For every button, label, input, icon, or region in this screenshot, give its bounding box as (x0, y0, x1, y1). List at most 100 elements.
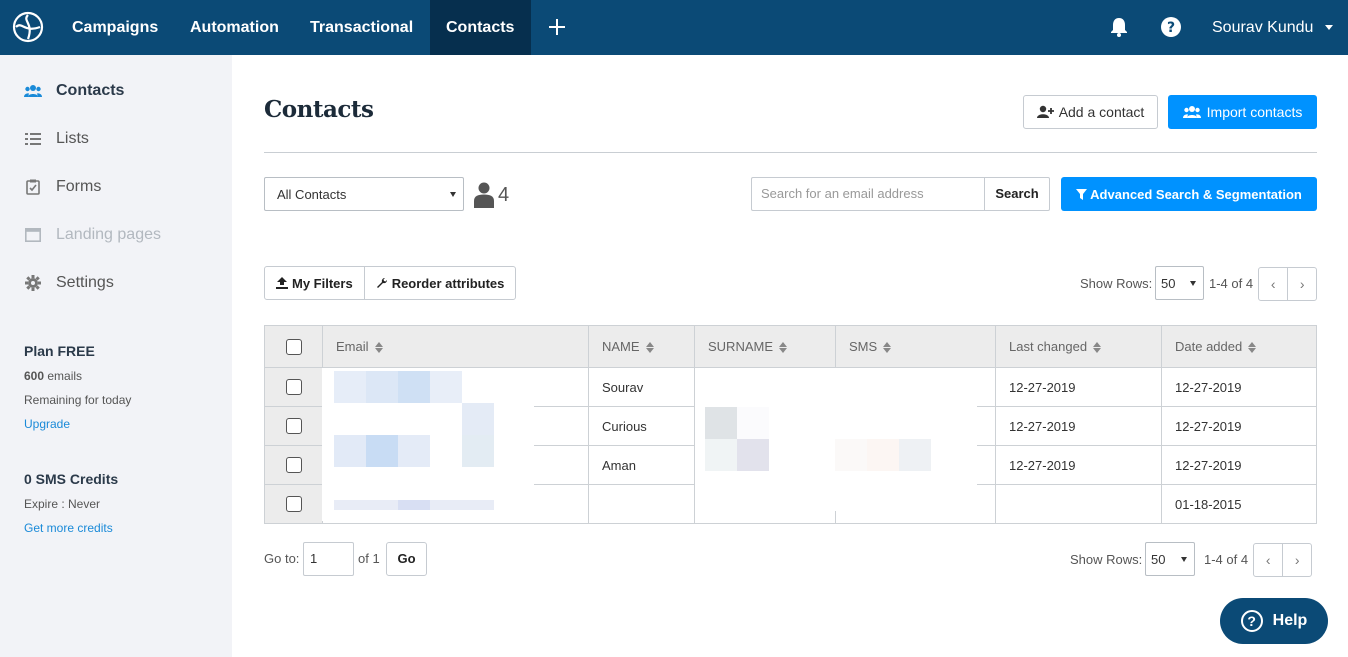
plan-remaining: Remaining for today (24, 393, 132, 407)
redacted-pixel (398, 500, 430, 510)
sendinblue-logo-icon[interactable] (12, 11, 44, 43)
column-date-added[interactable]: Date added (1161, 325, 1317, 368)
wrench-icon (376, 277, 387, 288)
list-select[interactable]: All Contacts (264, 177, 464, 211)
list-select-value: All Contacts (277, 186, 347, 202)
column-name[interactable]: NAME (588, 325, 695, 368)
help-button[interactable]: ? Help (1220, 598, 1328, 644)
sidebar-item-contacts[interactable]: Contacts (24, 79, 124, 103)
column-label: Last changed (1009, 339, 1088, 354)
page-title: Contacts (264, 96, 374, 123)
users-icon (24, 82, 42, 100)
upgrade-link[interactable]: Upgrade (24, 417, 70, 431)
column-surname[interactable]: SURNAME (694, 325, 836, 368)
redacted-pixel (398, 435, 430, 467)
column-label: Email (336, 339, 369, 354)
go-button[interactable]: Go (386, 542, 427, 576)
row-checkbox-cell (264, 484, 323, 524)
name-cell (588, 484, 695, 524)
help-circle-icon[interactable]: ? (1160, 16, 1182, 38)
search-button[interactable]: Search (984, 177, 1050, 211)
name-cell: Sourav (588, 367, 695, 407)
plan-title: Plan FREE (24, 343, 95, 359)
row-checkbox[interactable] (285, 379, 302, 396)
plan-emails: 600 emails (24, 369, 82, 383)
chevron-down-icon[interactable] (1325, 25, 1333, 30)
row-checkbox-cell (264, 406, 323, 446)
show-rows-label-bottom: Show Rows: (1070, 552, 1143, 567)
show-rows-value: 50 (1151, 551, 1166, 567)
user-menu[interactable]: Sourav Kundu (1212, 0, 1313, 55)
caret-down-icon (1181, 557, 1187, 562)
column-label: Date added (1175, 339, 1243, 354)
next-page-icon[interactable]: › (1282, 544, 1311, 576)
nav-contacts[interactable]: Contacts (430, 0, 531, 55)
get-more-credits-link[interactable]: Get more credits (24, 521, 113, 535)
column-label: SURNAME (708, 339, 774, 354)
upload-icon (276, 277, 288, 289)
date-added-cell: 01-18-2015 (1161, 484, 1317, 524)
nav-campaigns[interactable]: Campaigns (56, 0, 174, 55)
select-all-checkbox[interactable] (285, 338, 302, 355)
row-checkbox[interactable] (285, 496, 302, 513)
last-changed-cell: 12-27-2019 (995, 406, 1162, 446)
redacted-pixel (737, 439, 769, 471)
row-checkbox[interactable] (285, 418, 302, 435)
plan-emails-suffix: emails (44, 369, 83, 383)
add-contact-button[interactable]: Add a contact (1023, 95, 1158, 129)
column-label: NAME (602, 339, 640, 354)
column-sms[interactable]: SMS (835, 325, 996, 368)
prev-page-icon[interactable]: ‹ (1259, 268, 1287, 300)
sidebar-item-label: Landing pages (56, 226, 161, 243)
column-last-changed[interactable]: Last changed (995, 325, 1162, 368)
sidebar: Contacts Lists Forms Landing pages Setti… (0, 55, 232, 657)
last-changed-cell (995, 484, 1162, 524)
plus-icon[interactable] (546, 16, 568, 38)
redacted-pixel (334, 435, 366, 467)
sidebar-item-label: Settings (56, 274, 114, 291)
import-contacts-button[interactable]: Import contacts (1168, 95, 1317, 129)
nav-automation[interactable]: Automation (174, 0, 295, 55)
nav-transactional[interactable]: Transactional (294, 0, 429, 55)
date-added-cell: 12-27-2019 (1161, 367, 1317, 407)
reorder-attributes-label: Reorder attributes (391, 275, 505, 291)
redacted-pixel (705, 407, 737, 439)
goto-page-input[interactable]: 1 (303, 542, 354, 576)
pager: ‹ › (1258, 267, 1317, 301)
contact-count-value: 4 (498, 183, 510, 206)
reorder-attributes-button[interactable]: Reorder attributes (363, 267, 516, 299)
sidebar-item-landing-pages[interactable]: Landing pages (24, 223, 161, 247)
name-cell: Aman (588, 445, 695, 485)
contact-count: 4 (474, 182, 509, 208)
prev-page-icon[interactable]: ‹ (1254, 544, 1282, 576)
redacted-pixel (366, 371, 398, 403)
show-rows-select[interactable]: 50 (1155, 266, 1204, 300)
name-cell: Curious (588, 406, 695, 446)
show-rows-select-bottom[interactable]: 50 (1145, 542, 1195, 576)
table-header-row: Email NAME SURNAME SMS Last changed Date… (264, 325, 1317, 368)
sidebar-item-forms[interactable]: Forms (24, 175, 101, 199)
select-all-cell (264, 325, 323, 368)
next-page-icon[interactable]: › (1287, 268, 1316, 300)
redacted-pixel (899, 439, 931, 471)
last-changed-cell: 12-27-2019 (995, 445, 1162, 485)
list-icon (24, 130, 42, 148)
filter-toolbar: My Filters Reorder attributes (264, 266, 517, 300)
sort-icon (645, 342, 654, 354)
column-label: SMS (849, 339, 878, 354)
redacted-pixel (334, 371, 366, 403)
sms-credits-title: 0 SMS Credits (24, 471, 119, 487)
column-email[interactable]: Email (322, 325, 589, 368)
date-added-cell: 12-27-2019 (1161, 406, 1317, 446)
my-filters-button[interactable]: My Filters (265, 267, 364, 299)
redacted-pixel (398, 371, 430, 403)
advanced-search-button[interactable]: Advanced Search & Segmentation (1061, 177, 1317, 211)
sidebar-item-settings[interactable]: Settings (24, 271, 114, 295)
row-checkbox[interactable] (285, 457, 302, 474)
bell-icon[interactable] (1108, 16, 1130, 38)
sort-icon (1093, 342, 1102, 354)
show-rows-label: Show Rows: (1080, 276, 1153, 291)
search-input[interactable]: Search for an email address (751, 177, 984, 211)
sidebar-item-lists[interactable]: Lists (24, 127, 89, 151)
sort-icon (779, 342, 788, 354)
